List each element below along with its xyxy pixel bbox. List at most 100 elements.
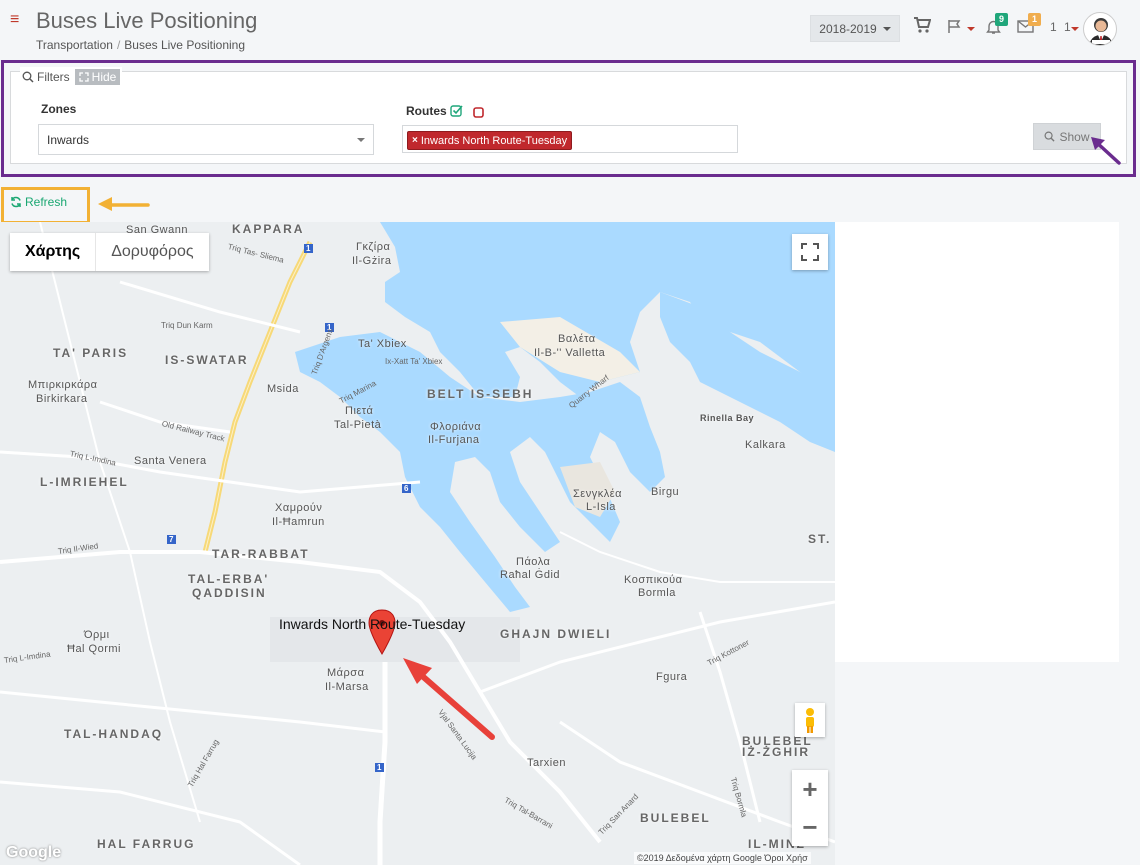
chevron-down-icon <box>357 137 365 142</box>
hamburger-menu-icon[interactable]: ≡ <box>10 12 19 28</box>
map-place-label: Il-Ħamrun <box>272 516 325 528</box>
academic-year-select[interactable]: 2018-2019 <box>810 15 900 42</box>
map-place-label: HAL FARRUG <box>97 837 196 851</box>
route-tag: × Inwards North Route-Tuesday <box>407 131 573 150</box>
street-view-pegman[interactable] <box>795 703 825 737</box>
map-place-label: IŻ-ŻGHIR <box>742 745 810 759</box>
map-place-label: Tal-Pietà <box>334 419 382 431</box>
map-place-label: TAR-RABBAT <box>212 547 310 561</box>
map-place-label: Il-B-'' Valletta <box>534 347 606 359</box>
hide-filters-button[interactable]: Hide <box>74 69 121 85</box>
map-place-label: Χαμρούν <box>275 502 323 514</box>
refresh-highlight-box: Refresh <box>1 187 90 224</box>
map-place-label: IS-SWATAR <box>165 353 249 367</box>
map-place-label: TA' PARIS <box>53 346 129 360</box>
breadcrumb-item-transportation[interactable]: Transportation <box>36 38 113 52</box>
zoom-control: + − <box>792 770 828 846</box>
flag-icon[interactable] <box>947 19 963 39</box>
zoom-out-button[interactable]: − <box>792 808 828 846</box>
map-marker-pin-icon[interactable] <box>369 610 395 654</box>
road-number: 1 <box>306 244 311 253</box>
show-button-label: Show <box>1059 129 1090 144</box>
map-place-label: Μπιρκιρκάρα <box>28 379 98 391</box>
map-place-label: Il-Marsa <box>325 681 369 693</box>
map-place-label: Πάολα <box>516 556 551 568</box>
map-place-label: Il-Furjana <box>428 434 480 446</box>
select-all-routes-icon[interactable] <box>450 104 463 122</box>
map-place-label: QADDISIN <box>192 586 267 600</box>
map-type-satellite-button[interactable]: Δορυφόρος <box>96 233 208 271</box>
user-menu-label[interactable]: 1 1 <box>1050 20 1073 34</box>
academic-year-value: 2018-2019 <box>819 21 877 36</box>
map-place-label: Ħal Qormi <box>67 643 122 655</box>
notifications-badge: 9 <box>995 13 1008 26</box>
map-place-label: GHAJN DWIELI <box>500 627 612 641</box>
fullscreen-button[interactable] <box>792 234 828 270</box>
map-place-label: Kalkara <box>745 439 786 451</box>
annotation-arrow-refresh <box>98 197 150 211</box>
chevron-down-icon <box>882 26 891 31</box>
top-bar: ≡ Buses Live Positioning Transportation /… <box>0 0 1140 60</box>
route-tag-label: Inwards North Route-Tuesday <box>420 134 568 147</box>
filters-legend: Filters Hide <box>20 67 123 87</box>
breadcrumb: Transportation / Buses Live Positioning <box>36 38 246 52</box>
map-place-label: KAPPARA <box>232 222 305 236</box>
map-street-label: Ix-Xatt Ta' Xbiex <box>385 357 443 366</box>
deselect-all-routes-icon[interactable] <box>473 105 484 123</box>
map-place-label: Σενγκλέα <box>573 488 622 500</box>
map-place-label: Birgu <box>651 486 680 498</box>
map-attribution[interactable]: ©2019 Δεδομένα χάρτη Google Όροι Χρήσ <box>634 852 811 864</box>
flag-dropdown-caret[interactable] <box>967 27 975 31</box>
map-canvas[interactable]: 1 1 6 7 1 KAPPARA San Gwann Γκζίρα Il-Gż… <box>0 222 835 865</box>
map-place-label: Il-Gżira <box>352 255 392 267</box>
annotation-arrow-show <box>1091 137 1121 165</box>
map-place-label: Φλοριάνα <box>430 421 482 433</box>
map-place-label: Rinella Bay <box>700 413 755 423</box>
map-place-label: Msida <box>267 383 299 395</box>
map-place-label: BELT IS-SEBH <box>427 387 534 401</box>
routes-multiselect[interactable]: × Inwards North Route-Tuesday <box>402 125 738 153</box>
refresh-button[interactable]: Refresh <box>10 195 67 209</box>
map-place-label: BULEBEL <box>640 811 711 825</box>
search-icon <box>22 71 34 83</box>
map-place-label: Bormla <box>638 587 676 599</box>
map-side-panel <box>835 222 1119 662</box>
breadcrumb-item-current: Buses Live Positioning <box>124 38 246 52</box>
map-place-label: Fgura <box>656 671 688 683</box>
map-place-label: Birkirkara <box>36 393 88 405</box>
collapse-icon <box>79 72 89 82</box>
map-place-label: Κοσπικούα <box>624 574 683 586</box>
map-place-label: Γκζίρα <box>356 241 391 253</box>
map-place-label: Santa Venera <box>134 455 207 467</box>
road-number: 6 <box>404 484 409 493</box>
routes-label: Routes <box>406 104 447 118</box>
map-street-label: Triq Dun Karm <box>161 321 213 330</box>
map-place-label: Όρμι <box>84 629 110 641</box>
road-number: 1 <box>377 763 382 772</box>
road-number: 7 <box>169 535 174 544</box>
map-place-label: ST. <box>808 532 832 546</box>
user-menu-caret[interactable] <box>1071 27 1079 31</box>
avatar[interactable] <box>1083 12 1117 46</box>
map-place-label: Μάρσα <box>327 667 365 679</box>
remove-tag-icon[interactable]: × <box>412 135 418 146</box>
zoom-in-button[interactable]: + <box>792 770 828 808</box>
map-place-label: TAL-HANDAQ <box>64 727 164 741</box>
refresh-label: Refresh <box>25 195 68 209</box>
refresh-icon <box>11 196 21 208</box>
messages-badge: 1 <box>1028 13 1041 26</box>
map-place-label: L-Isla <box>586 501 616 513</box>
map-type-roadmap-button[interactable]: Χάρτης <box>10 233 97 271</box>
search-icon <box>1044 131 1056 142</box>
google-logo: Google <box>6 844 62 861</box>
page-title: Buses Live Positioning <box>36 8 258 33</box>
map-place-label: Πιετά <box>345 405 374 417</box>
pegman-icon <box>806 708 814 733</box>
map-place-label: Raħal Ġdid <box>500 569 561 581</box>
map-place-label: Tarxien <box>527 757 566 769</box>
zones-select[interactable]: Inwards <box>38 124 374 155</box>
zones-select-value: Inwards <box>47 132 90 147</box>
map-place-label: TAL-ERBA' <box>188 572 270 586</box>
zones-label: Zones <box>41 102 77 116</box>
cart-icon[interactable] <box>913 17 932 38</box>
